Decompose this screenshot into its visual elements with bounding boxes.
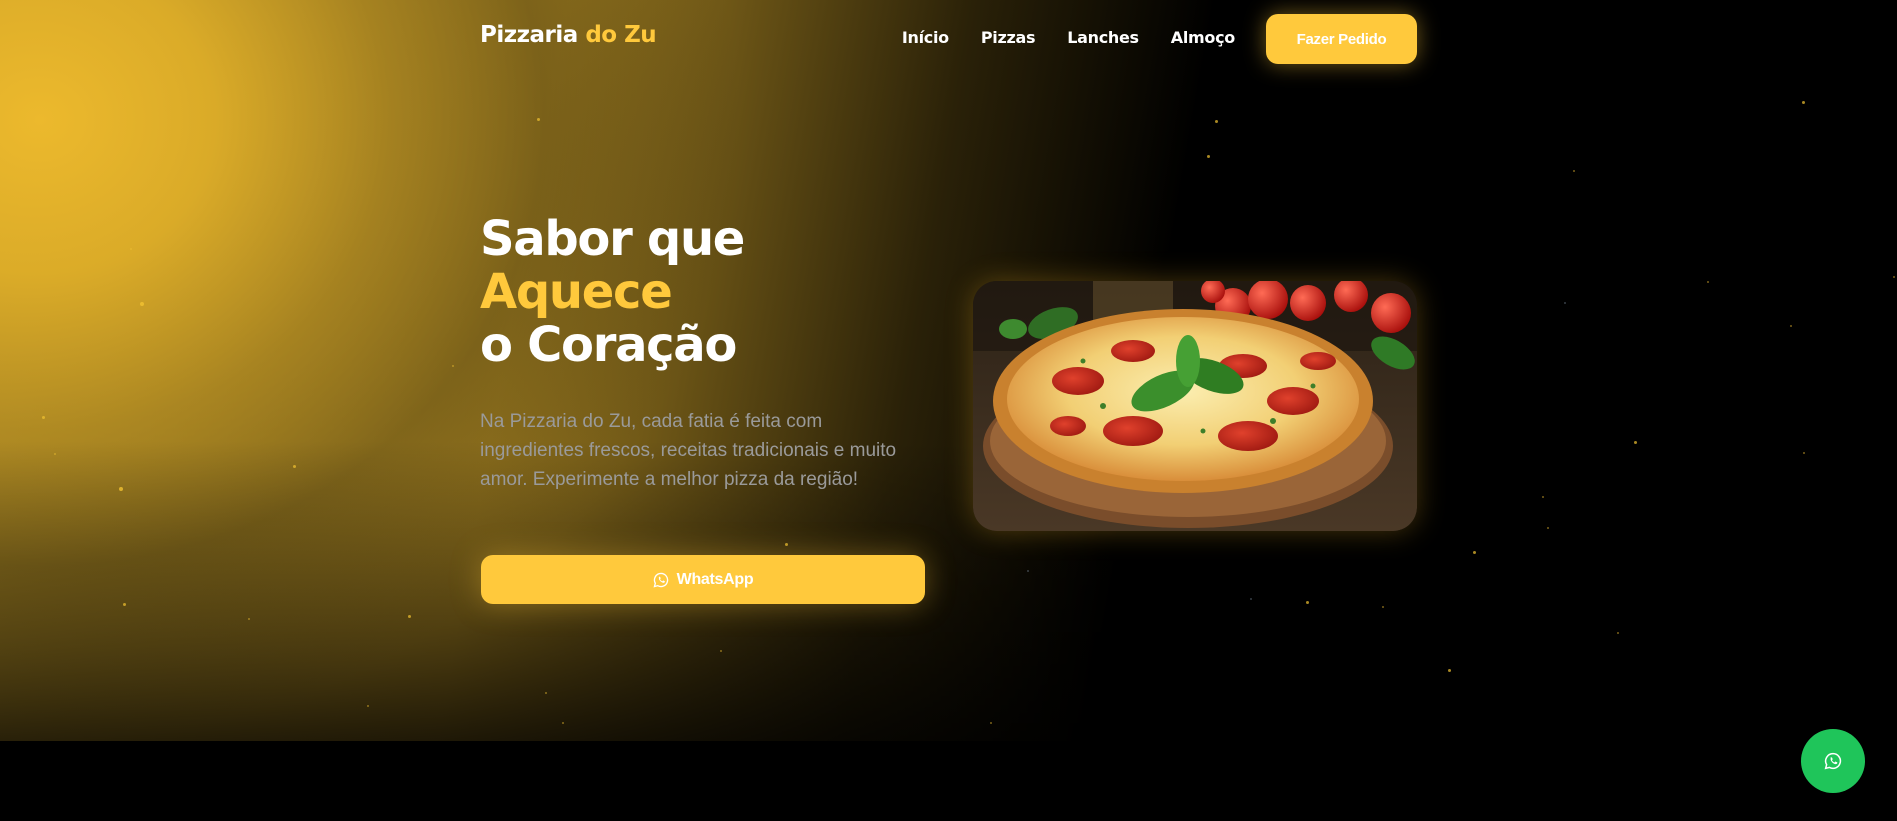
whatsapp-button-label: WhatsApp: [676, 570, 754, 588]
particle: [720, 650, 722, 652]
hero-section: [0, 0, 1897, 741]
pizza-illustration: [973, 281, 1417, 531]
particle: [293, 465, 296, 468]
particle: [119, 487, 123, 491]
particle: [785, 543, 788, 546]
particle: [123, 603, 126, 606]
whatsapp-button[interactable]: WhatsApp: [481, 555, 925, 604]
nav-links: Início Pizzas Lanches Almoço: [902, 28, 1235, 47]
particle: [367, 705, 369, 707]
particle: [1803, 452, 1805, 454]
nav-link-pizzas[interactable]: Pizzas: [981, 28, 1036, 47]
particle: [1306, 601, 1309, 604]
headline-line-1: Sabor que: [480, 211, 745, 267]
particle: [1027, 570, 1029, 572]
particle: [1473, 551, 1476, 554]
particle: [537, 118, 540, 121]
nav-link-inicio[interactable]: Início: [902, 28, 949, 47]
particle: [1448, 669, 1451, 672]
particle: [1542, 496, 1544, 498]
hero-fade: [0, 441, 1897, 741]
pizza-photo: [973, 281, 1417, 531]
fazer-pedido-button[interactable]: Fazer Pedido: [1266, 14, 1417, 64]
particle: [1707, 281, 1709, 283]
particle: [1790, 325, 1792, 327]
particle: [452, 365, 454, 367]
particle: [1382, 606, 1384, 608]
headline-line-2: Aquece: [480, 264, 673, 320]
particle: [1573, 170, 1575, 172]
brand-logo[interactable]: Pizzaria do Zu: [480, 22, 657, 48]
particle: [130, 248, 132, 250]
brand-name-accent: do Zu: [585, 22, 657, 48]
particle: [1547, 527, 1549, 529]
particle: [1564, 302, 1566, 304]
particle: [1215, 120, 1218, 123]
particle: [140, 302, 144, 306]
particle: [1802, 101, 1805, 104]
brand-name: Pizzaria: [480, 22, 578, 48]
top-navigation: Pizzaria do Zu Início Pizzas Lanches Alm…: [480, 14, 1417, 64]
particle: [408, 615, 411, 618]
particle: [1634, 441, 1637, 444]
nav-link-almoco[interactable]: Almoço: [1171, 28, 1236, 47]
particle: [562, 722, 564, 724]
headline-line-3: o Coração: [480, 317, 737, 373]
whatsapp-icon: [653, 572, 668, 587]
particle: [54, 453, 56, 455]
particle: [248, 618, 250, 620]
particle: [545, 692, 547, 694]
whatsapp-icon: [1824, 752, 1842, 770]
hero-headline: Sabor que Aquece o Coração: [480, 211, 745, 373]
particle: [1617, 632, 1619, 634]
particle: [1893, 276, 1895, 278]
particle: [1250, 598, 1252, 600]
particle: [42, 416, 45, 419]
particle: [1207, 155, 1210, 158]
particle: [990, 722, 992, 724]
floating-whatsapp-button[interactable]: [1801, 729, 1865, 793]
hero-description: Na Pizzaria do Zu, cada fatia é feita co…: [480, 411, 897, 490]
nav-link-lanches[interactable]: Lanches: [1067, 28, 1139, 47]
